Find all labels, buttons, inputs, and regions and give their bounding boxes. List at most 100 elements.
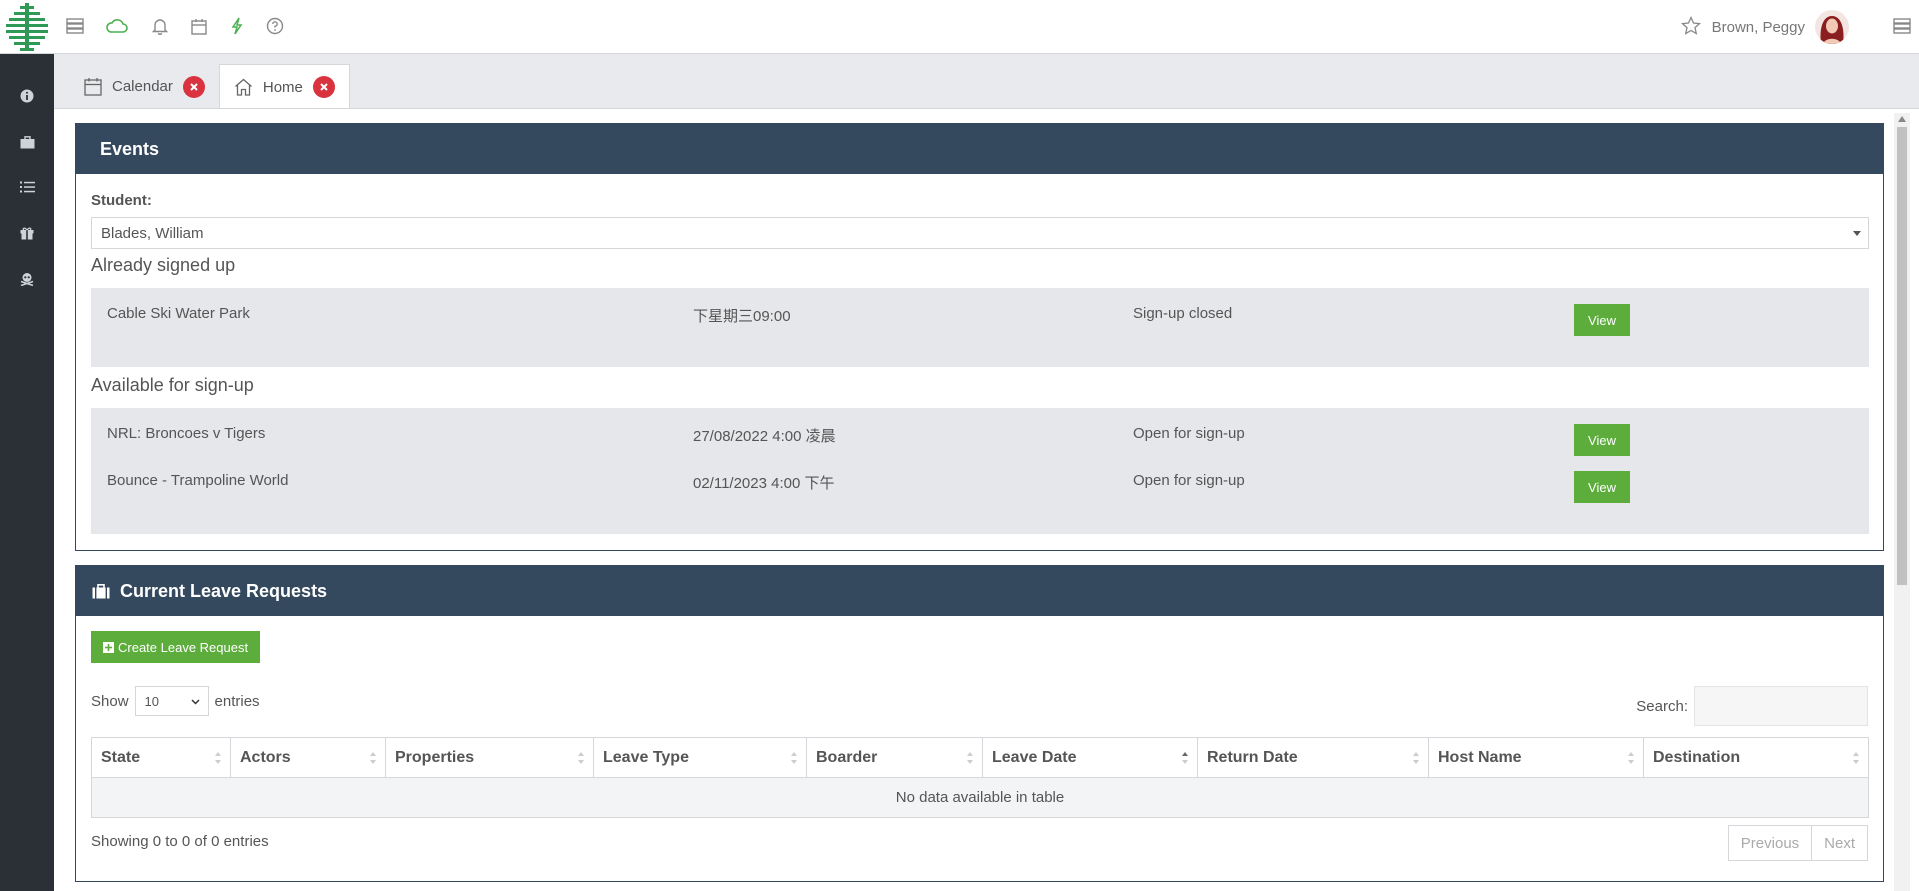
events-title: Events — [100, 138, 160, 159]
column-label: Boarder — [816, 749, 878, 766]
events-panel-header: Events — [76, 124, 1883, 174]
column-header[interactable]: Host Name — [1429, 738, 1644, 778]
column-label: State — [101, 749, 141, 766]
leave-requests-table: State Actors Properties Leave Type Board… — [91, 737, 1869, 818]
search-control: Search: — [1636, 686, 1868, 726]
briefcase-icon — [92, 583, 110, 598]
caret-down-icon — [1853, 231, 1861, 236]
bolt-icon[interactable] — [226, 15, 248, 37]
user-name[interactable]: Brown, Peggy — [1712, 19, 1805, 36]
top-bar: Brown, Peggy — [0, 0, 1919, 54]
leave-panel-header: Current Leave Requests — [76, 566, 1883, 616]
entries-label: entries — [214, 692, 260, 710]
column-label: Return Date — [1207, 749, 1298, 766]
scrollbar[interactable] — [1894, 113, 1910, 891]
column-label: Properties — [395, 749, 475, 766]
table-info: Showing 0 to 0 of 0 entries — [91, 833, 269, 850]
table-header: State Actors Properties Leave Type Board… — [92, 738, 1868, 778]
column-header[interactable]: Boarder — [807, 738, 983, 778]
create-leave-label: Create Leave Request — [118, 639, 249, 655]
student-label: Student: — [91, 192, 152, 209]
column-header[interactable]: Leave Date — [983, 738, 1198, 778]
scrollbar-thumb[interactable] — [1897, 127, 1907, 585]
event-date: 02/11/2023 4:00 下午 — [693, 475, 835, 492]
column-header[interactable]: Properties — [386, 738, 594, 778]
close-icon[interactable] — [312, 76, 335, 98]
column-header[interactable]: Return Date — [1198, 738, 1429, 778]
plus-square-icon — [103, 641, 114, 653]
search-label: Search: — [1636, 697, 1688, 715]
empty-table-message: No data available in table — [92, 778, 1868, 817]
skull-icon[interactable] — [0, 259, 54, 299]
create-leave-request-button[interactable]: Create Leave Request — [91, 631, 261, 663]
student-select[interactable]: Blades, William — [91, 217, 1869, 249]
help-icon[interactable] — [264, 15, 286, 37]
view-button[interactable]: View — [1574, 471, 1630, 503]
sort-ascending-icon — [1182, 752, 1188, 764]
avatar[interactable] — [1815, 10, 1849, 44]
sort-icon — [967, 752, 973, 764]
event-name: NRL: Broncoes v Tigers — [107, 425, 266, 442]
sort-icon — [578, 752, 584, 764]
available-title: Available for sign-up — [91, 375, 254, 395]
cloud-icon[interactable] — [106, 15, 128, 37]
grid-menu-icon[interactable] — [1891, 15, 1913, 37]
close-icon[interactable] — [182, 75, 205, 98]
column-label: Leave Date — [992, 749, 1077, 766]
view-button[interactable]: View — [1574, 304, 1630, 336]
signed-up-title: Already signed up — [91, 255, 236, 275]
user-menu[interactable]: Brown, Peggy — [1712, 0, 1849, 54]
available-list: NRL: Broncoes v Tigers 27/08/2022 4:00 凌… — [91, 408, 1869, 534]
sort-icon — [1853, 752, 1859, 764]
calendar-icon — [84, 78, 102, 96]
column-header[interactable]: State — [92, 738, 231, 778]
list-icon[interactable] — [0, 167, 54, 207]
entries-select[interactable]: 10 — [134, 686, 209, 716]
student-select-value: Blades, William — [101, 224, 204, 242]
briefcase-icon[interactable] — [0, 122, 54, 162]
sort-icon — [1413, 752, 1419, 764]
sort-icon — [215, 752, 221, 764]
event-status: Open for sign-up — [1133, 425, 1245, 442]
tab-bar: Calendar Home — [70, 64, 350, 109]
home-icon — [234, 78, 252, 96]
column-header[interactable]: Destination — [1644, 738, 1868, 778]
column-label: Leave Type — [603, 749, 689, 766]
tab-home[interactable]: Home — [218, 64, 350, 109]
gift-icon[interactable] — [0, 213, 54, 253]
entries-value: 10 — [144, 693, 159, 709]
previous-button[interactable]: Previous — [1729, 826, 1813, 860]
bell-icon[interactable] — [149, 15, 171, 37]
logo[interactable] — [6, 3, 48, 51]
event-status: Sign-up closed — [1133, 305, 1233, 322]
tab-home-label: Home — [262, 78, 303, 96]
column-header[interactable]: Leave Type — [594, 738, 807, 778]
sort-icon — [1628, 752, 1634, 764]
chevron-down-icon — [191, 699, 200, 705]
tab-calendar-label: Calendar — [112, 78, 173, 95]
signed-up-list: Cable Ski Water Park 下星期三09:00 Sign-up c… — [91, 288, 1869, 367]
page-length-control: Show 10 entries — [91, 686, 260, 716]
show-label: Show — [91, 692, 129, 710]
calendar-icon[interactable] — [188, 15, 210, 37]
scroll-up-arrow-icon[interactable] — [1898, 116, 1906, 122]
search-input[interactable] — [1694, 686, 1868, 726]
menu-icon[interactable] — [64, 15, 86, 37]
event-name: Cable Ski Water Park — [107, 305, 250, 322]
column-label: Actors — [240, 749, 291, 766]
star-icon[interactable] — [1680, 15, 1702, 37]
leave-requests-panel: Current Leave Requests Create Leave Requ… — [75, 565, 1884, 882]
event-date: 27/08/2022 4:00 凌晨 — [693, 428, 836, 445]
next-button[interactable]: Next — [1812, 826, 1867, 860]
leave-title: Current Leave Requests — [120, 580, 328, 601]
pagination: Previous Next — [1727, 825, 1868, 861]
sidebar — [0, 54, 54, 891]
tab-calendar[interactable]: Calendar — [70, 64, 219, 109]
column-label: Destination — [1653, 749, 1741, 766]
event-name: Bounce - Trampoline World — [107, 472, 289, 489]
info-icon[interactable] — [0, 76, 54, 116]
view-button[interactable]: View — [1574, 424, 1630, 456]
sort-icon — [791, 752, 797, 764]
column-header[interactable]: Actors — [231, 738, 386, 778]
column-label: Host Name — [1438, 749, 1522, 766]
